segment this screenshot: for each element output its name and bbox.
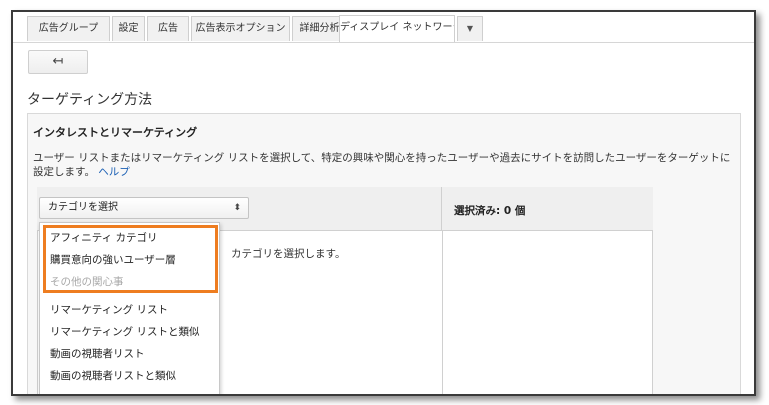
help-link[interactable]: ヘルプ [98, 166, 130, 178]
dropdown-item-other-interests: その他の関心事 [50, 276, 124, 288]
tab-ad-groups[interactable]: 広告グループ [27, 16, 110, 41]
tab-display-network[interactable]: ディスプレイ ネットワーク [339, 15, 455, 42]
screenshot-frame: 広告グループ 設定 広告 広告表示オプション 詳細分析 ディスプレイ ネットワー… [11, 10, 756, 396]
category-select-value: カテゴリを選択 [48, 202, 118, 213]
back-button[interactable]: ↤ [28, 50, 88, 74]
description-text: ユーザー リストまたはリマーケティング リストを選択して、特定の興味や関心を持っ… [33, 152, 731, 178]
panel-description: ユーザー リストまたはリマーケティング リストを選択して、特定の興味や関心を持っ… [33, 151, 733, 179]
dropdown-item-affinity[interactable]: アフィニティ カテゴリ [50, 230, 158, 245]
panel-title: インタレストとリマーケティング [33, 126, 198, 139]
chevron-down-icon: ▼ [466, 24, 474, 33]
selected-count-header: 選択済み: 0 個 [454, 205, 526, 217]
dropdown-item-remarketing-similar[interactable]: リマーケティング リストと類似 [50, 324, 200, 339]
category-select[interactable]: カテゴリを選択 ⬍ [39, 197, 249, 219]
select-arrows-icon: ⬍ [233, 203, 241, 213]
back-arrow-icon: ↤ [52, 54, 64, 69]
tab-ads[interactable]: 広告 [147, 16, 189, 41]
dropdown-item-video-viewers-similar[interactable]: 動画の視聴者リストと類似 [50, 368, 176, 383]
dropdown-item-remarketing-list[interactable]: リマーケティング リスト [50, 302, 168, 317]
tab-bar: 広告グループ 設定 広告 広告表示オプション 詳細分析 ディスプレイ ネットワー… [13, 12, 754, 43]
dropdown-item-in-market[interactable]: 購買意向の強いユーザー層 [50, 252, 176, 267]
tab-more-dropdown[interactable]: ▼ [457, 16, 483, 41]
tab-settings[interactable]: 設定 [112, 16, 145, 41]
page-title: ターゲティング方法 [27, 92, 153, 108]
column-divider [442, 231, 443, 394]
select-hint-text: カテゴリを選択します。 [231, 248, 346, 260]
dropdown-item-video-viewers[interactable]: 動画の視聴者リスト [50, 346, 145, 361]
tab-ad-extensions[interactable]: 広告表示オプション [191, 16, 290, 41]
